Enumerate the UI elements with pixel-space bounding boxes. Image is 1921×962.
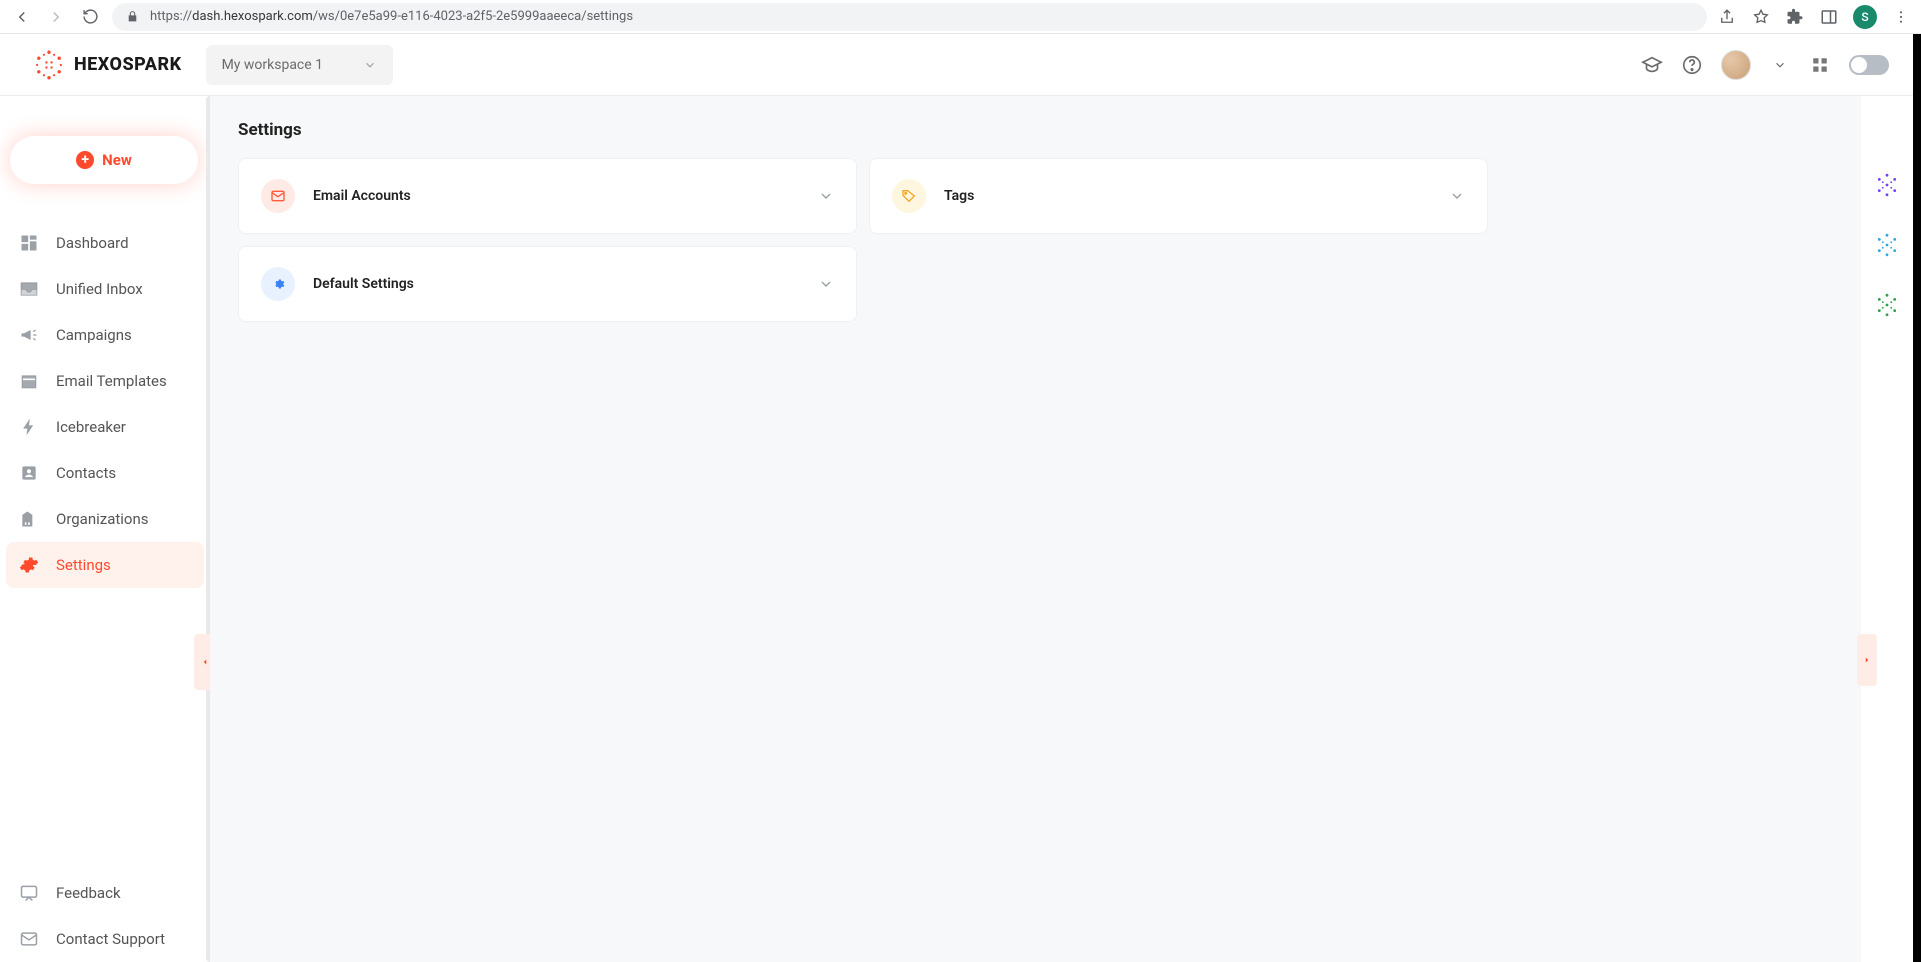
academy-icon[interactable]	[1641, 54, 1663, 76]
kebab-icon[interactable]	[1891, 7, 1911, 27]
lock-icon	[126, 10, 140, 24]
browser-profile-avatar[interactable]: S	[1853, 5, 1877, 29]
sidebar-item-label: Campaigns	[56, 326, 132, 344]
feedback-icon	[18, 882, 40, 904]
sidebar-item-settings[interactable]: Settings	[6, 542, 204, 588]
app-body: + New Dashboard Unified Inbox	[0, 96, 1913, 962]
mail-icon	[261, 179, 295, 213]
chevron-down-icon	[818, 188, 834, 204]
tag-icon	[892, 179, 926, 213]
chevron-down-icon	[363, 58, 377, 72]
browser-chrome: https://dash.hexospark.com/ws/0e7e5a99-e…	[0, 0, 1921, 34]
card-title: Tags	[944, 188, 974, 204]
main-content: Settings Email Accounts Tags	[210, 96, 1861, 962]
sidebar-item-icebreaker[interactable]: Icebreaker	[6, 404, 204, 450]
share-icon[interactable]	[1717, 7, 1737, 27]
card-default-settings[interactable]: Default Settings	[238, 246, 857, 322]
app-root: HEXOSPARK My workspace 1	[0, 34, 1921, 962]
app-header: HEXOSPARK My workspace 1	[0, 34, 1913, 96]
puzzle-icon[interactable]	[1785, 7, 1805, 27]
inbox-icon	[18, 278, 40, 300]
sidebar-item-label: Feedback	[56, 884, 121, 902]
sidebar-item-inbox[interactable]: Unified Inbox	[6, 266, 204, 312]
sidebar-item-label: Icebreaker	[56, 418, 126, 436]
sidebar-bottom: Feedback Contact Support	[0, 850, 210, 962]
right-rail-expand-handle[interactable]	[1857, 634, 1877, 686]
sidebar-item-support[interactable]: Contact Support	[6, 916, 204, 962]
page-title: Settings	[238, 120, 1833, 140]
plus-icon: +	[76, 151, 94, 169]
sidebar-item-label: Settings	[56, 556, 111, 574]
browser-right-actions: S	[1717, 5, 1911, 29]
gear-icon	[261, 267, 295, 301]
card-title: Email Accounts	[313, 188, 411, 204]
templates-icon	[18, 370, 40, 392]
mail-icon	[18, 928, 40, 950]
star-icon[interactable]	[1751, 7, 1771, 27]
browser-back-button[interactable]	[10, 5, 34, 29]
icebreaker-icon	[18, 416, 40, 438]
sidebar-item-contacts[interactable]: Contacts	[6, 450, 204, 496]
megaphone-icon	[18, 324, 40, 346]
chevron-down-icon	[1449, 188, 1465, 204]
sidebar-item-label: Organizations	[56, 510, 149, 528]
sidebar-item-label: Unified Inbox	[56, 280, 143, 298]
chevron-down-icon	[818, 276, 834, 292]
workspace-selector[interactable]: My workspace 1	[206, 45, 393, 85]
dashboard-icon	[18, 232, 40, 254]
sidebar-item-organizations[interactable]: Organizations	[6, 496, 204, 542]
browser-url-bar[interactable]: https://dash.hexospark.com/ws/0e7e5a99-e…	[112, 3, 1707, 31]
settings-cards-grid: Email Accounts Tags	[238, 158, 1488, 322]
rail-app-blue-icon[interactable]	[1872, 230, 1902, 260]
new-button-label: New	[102, 151, 132, 169]
sidebar-item-label: Dashboard	[56, 234, 129, 252]
browser-url-text: https://dash.hexospark.com/ws/0e7e5a99-e…	[150, 9, 633, 24]
help-icon[interactable]	[1681, 54, 1703, 76]
browser-forward-button[interactable]	[44, 5, 68, 29]
sidebar-item-dashboard[interactable]: Dashboard	[6, 220, 204, 266]
user-avatar[interactable]	[1721, 50, 1751, 80]
panel-icon[interactable]	[1819, 7, 1839, 27]
sidebar-item-label: Email Templates	[56, 372, 167, 390]
new-button[interactable]: + New	[10, 136, 198, 184]
app-logo[interactable]: HEXOSPARK	[32, 48, 182, 82]
card-tags[interactable]: Tags	[869, 158, 1488, 234]
sidebar-item-label: Contact Support	[56, 930, 165, 948]
sidebar-item-templates[interactable]: Email Templates	[6, 358, 204, 404]
sidebar-nav: Dashboard Unified Inbox Campaigns	[0, 220, 210, 588]
theme-toggle[interactable]	[1849, 55, 1889, 75]
contacts-icon	[18, 462, 40, 484]
rail-app-green-icon[interactable]	[1872, 290, 1902, 320]
apps-grid-icon[interactable]	[1809, 54, 1831, 76]
sidebar-item-feedback[interactable]: Feedback	[6, 870, 204, 916]
organization-icon	[18, 508, 40, 530]
workspace-label: My workspace 1	[222, 57, 323, 73]
rail-app-purple-icon[interactable]	[1872, 170, 1902, 200]
sidebar-item-campaigns[interactable]: Campaigns	[6, 312, 204, 358]
sidebar: + New Dashboard Unified Inbox	[0, 96, 210, 962]
gear-icon	[18, 554, 40, 576]
hexospark-logo-icon	[32, 48, 66, 82]
avatar-chevron-icon[interactable]	[1769, 54, 1791, 76]
brand-name: HEXOSPARK	[74, 54, 182, 75]
card-email-accounts[interactable]: Email Accounts	[238, 158, 857, 234]
browser-reload-button[interactable]	[78, 5, 102, 29]
header-right	[1641, 50, 1889, 80]
sidebar-item-label: Contacts	[56, 464, 116, 482]
right-rail	[1861, 96, 1913, 962]
card-title: Default Settings	[313, 276, 414, 292]
